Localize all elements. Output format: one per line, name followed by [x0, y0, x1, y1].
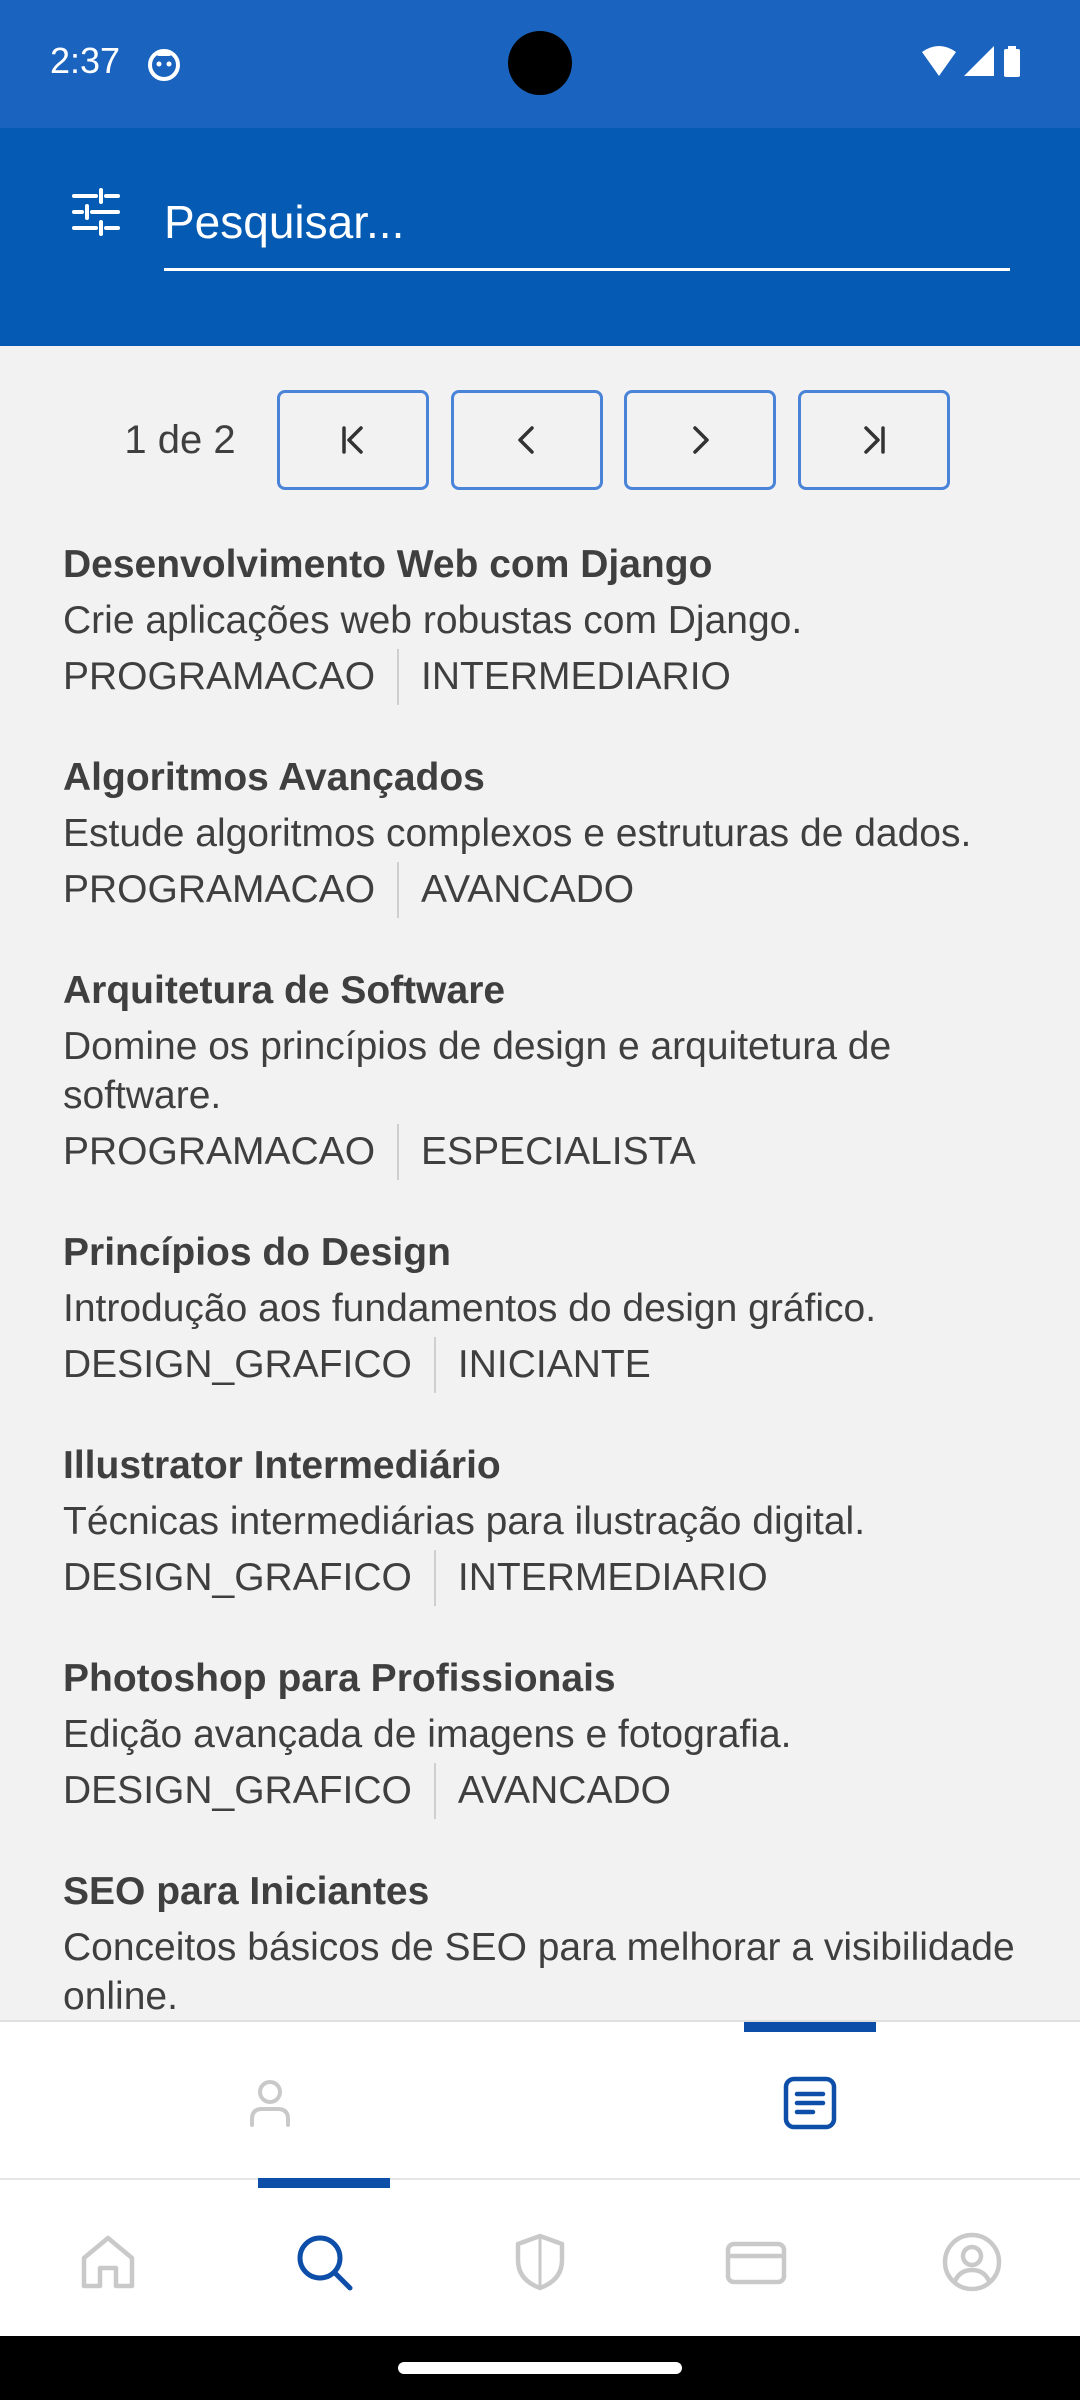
course-level: INTERMEDIARIO — [421, 655, 731, 698]
last-page-button[interactable] — [798, 390, 950, 490]
nav-payments[interactable] — [648, 2188, 864, 2336]
tag-divider — [397, 862, 400, 918]
course-item[interactable]: Desenvolvimento Web com Django Crie apli… — [63, 540, 1080, 705]
course-title: Desenvolvimento Web com Django — [63, 543, 713, 586]
course-level: AVANCADO — [457, 1769, 671, 1812]
course-tags: DESIGN_GRAFICO INICIANTE — [63, 1337, 1080, 1393]
course-item[interactable]: Algoritmos Avançados Estude algoritmos c… — [63, 753, 1080, 918]
course-tags: DESIGN_GRAFICO INTERMEDIARIO — [63, 1550, 1080, 1606]
course-level: AVANCADO — [421, 868, 635, 911]
course-category: DESIGN_GRAFICO — [63, 1769, 412, 1812]
app-notification-icon — [146, 46, 182, 82]
course-tags: DESIGN_GRAFICO AVANCADO — [63, 1763, 1080, 1819]
course-title: SEO para Iniciantes — [63, 1870, 430, 1913]
course-category: PROGRAMACAO — [63, 655, 376, 698]
last-page-icon — [864, 426, 885, 454]
course-description: Conceitos básicos de SEO para melhorar a… — [63, 1926, 1015, 2018]
course-category: DESIGN_GRAFICO — [63, 1343, 412, 1386]
course-level: ESPECIALISTA — [421, 1130, 696, 1173]
filter-icon[interactable] — [70, 186, 122, 238]
course-category: PROGRAMACAO — [63, 1130, 376, 1173]
person-icon — [250, 2080, 290, 2127]
previous-page-button[interactable] — [451, 390, 603, 490]
course-category: DESIGN_GRAFICO — [63, 1556, 412, 1599]
shield-icon — [515, 2233, 565, 2291]
wifi-icon — [922, 46, 956, 76]
course-title: Algoritmos Avançados — [63, 756, 485, 799]
course-level: INTERMEDIARIO — [457, 1556, 768, 1599]
cellular-signal-icon — [964, 46, 994, 76]
tag-divider — [433, 1337, 436, 1393]
page-indicator: 1 de 2 — [124, 418, 236, 462]
tab-courses[interactable] — [540, 2030, 1080, 2176]
course-item[interactable]: Illustrator Intermediário Técnicas inter… — [63, 1441, 1080, 1606]
course-item[interactable]: Arquitetura de Software Domine os princí… — [63, 966, 1080, 1180]
previous-page-icon — [518, 426, 534, 454]
course-list: Desenvolvimento Web com Django Crie apli… — [0, 530, 1080, 2020]
course-item[interactable]: Princípios do Design Introdução aos fund… — [63, 1228, 1080, 1393]
course-category: PROGRAMACAO — [63, 868, 376, 911]
first-page-button[interactable] — [277, 390, 429, 490]
course-item[interactable]: Photoshop para Profissionais Edição avan… — [63, 1654, 1080, 1819]
course-tags: PROGRAMACAO INTERMEDIARIO — [63, 649, 1080, 705]
course-description: Técnicas intermediárias para ilustração … — [63, 1500, 866, 1543]
search-icon — [297, 2235, 353, 2291]
card-icon — [725, 2241, 787, 2285]
nav-account[interactable] — [864, 2188, 1080, 2336]
course-description: Domine os princípios de design e arquite… — [63, 1025, 892, 1117]
next-page-icon — [693, 426, 709, 454]
first-page-icon — [342, 426, 363, 454]
tab-profile[interactable] — [0, 2030, 540, 2176]
course-title: Photoshop para Profissionais — [63, 1657, 616, 1700]
nav-security[interactable] — [432, 2188, 648, 2336]
course-description: Edição avançada de imagens e fotografia. — [63, 1713, 792, 1756]
course-title: Illustrator Intermediário — [63, 1444, 501, 1487]
course-title: Arquitetura de Software — [63, 969, 506, 1012]
account-icon — [942, 2232, 1002, 2292]
course-description: Introdução aos fundamentos do design grá… — [63, 1287, 877, 1330]
nav-home[interactable] — [0, 2188, 216, 2336]
tag-divider — [433, 1550, 436, 1606]
search-input[interactable] — [164, 176, 1010, 271]
gesture-handle[interactable] — [398, 2362, 682, 2374]
course-tags: PROGRAMACAO AVANCADO — [63, 862, 1080, 918]
bottom-nav-indicator — [258, 2178, 390, 2188]
home-icon — [81, 2235, 135, 2289]
battery-icon — [1004, 46, 1020, 77]
nav-search[interactable] — [216, 2188, 432, 2336]
tag-divider — [433, 1763, 436, 1819]
article-icon — [783, 2076, 837, 2130]
next-page-button[interactable] — [624, 390, 776, 490]
tag-divider — [397, 1124, 400, 1180]
course-description: Crie aplicações web robustas com Django. — [63, 599, 803, 642]
camera-cutout — [508, 31, 572, 95]
course-description: Estude algoritmos complexos e estruturas… — [63, 812, 972, 855]
status-icons — [920, 42, 1040, 86]
tag-divider — [397, 649, 400, 705]
status-time: 2:37 — [50, 40, 121, 81]
course-item[interactable]: SEO para Iniciantes Conceitos básicos de… — [63, 1867, 1080, 2020]
course-tags: PROGRAMACAO ESPECIALISTA — [63, 1124, 1080, 1180]
course-title: Princípios do Design — [63, 1231, 451, 1274]
course-level: INICIANTE — [457, 1343, 651, 1386]
